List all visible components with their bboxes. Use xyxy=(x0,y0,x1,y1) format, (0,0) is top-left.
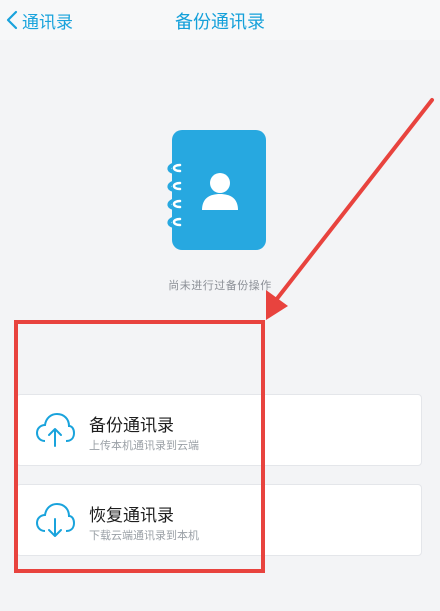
backup-status-text: 尚未进行过备份操作 xyxy=(168,279,272,292)
backup-contacts-button[interactable]: 备份通讯录 上传本机通讯录到云端 xyxy=(16,394,422,466)
backup-contacts-subtitle: 上传本机通讯录到云端 xyxy=(89,439,199,452)
restore-contacts-button[interactable]: 恢复通讯录 下载云端通讯录到本机 xyxy=(16,484,422,556)
restore-contacts-title: 恢复通讯录 xyxy=(89,506,174,526)
restore-contacts-subtitle: 下载云端通讯录到本机 xyxy=(89,529,199,542)
backup-contacts-title: 备份通讯录 xyxy=(89,416,174,436)
cloud-download-icon xyxy=(35,502,75,537)
page-title: 备份通讯录 xyxy=(175,12,265,33)
cloud-upload-icon xyxy=(35,412,75,447)
contact-book-icon xyxy=(164,128,268,256)
navigation-bar: 通讯录 备份通讯录 xyxy=(0,0,440,40)
